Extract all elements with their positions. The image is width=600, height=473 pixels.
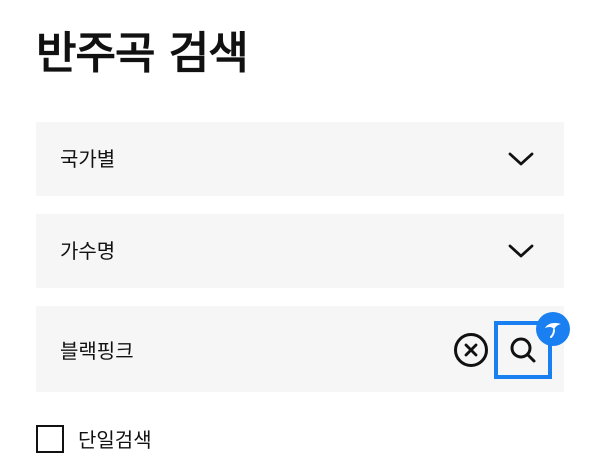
single-search-label: 단일검색 bbox=[78, 428, 152, 452]
close-icon bbox=[464, 343, 478, 357]
single-search-option[interactable]: 단일검색 bbox=[36, 424, 152, 453]
single-search-checkbox[interactable] bbox=[36, 424, 64, 453]
chevron-down-icon bbox=[508, 243, 534, 259]
country-select-label: 국가별 bbox=[60, 147, 116, 171]
singer-select[interactable]: 가수명 bbox=[36, 214, 564, 288]
search-input[interactable] bbox=[60, 329, 564, 369]
page-title: 반주곡 검색 bbox=[36, 28, 249, 79]
search-icon bbox=[510, 337, 536, 363]
clear-search-button[interactable] bbox=[454, 333, 488, 367]
chevron-down-icon bbox=[508, 151, 534, 167]
singer-select-label: 가수명 bbox=[60, 239, 116, 263]
assistant-badge-icon[interactable] bbox=[536, 312, 570, 346]
search-box bbox=[36, 306, 570, 392]
country-select[interactable]: 국가별 bbox=[36, 122, 564, 196]
